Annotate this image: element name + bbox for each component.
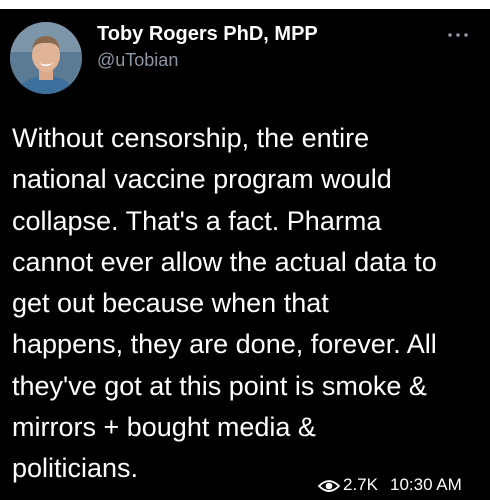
- view-count[interactable]: 2.7K: [343, 475, 378, 495]
- tweet-line: cannot ever allow the actual data to: [12, 246, 437, 277]
- tweet-line: mirrors + bought media &: [12, 412, 316, 443]
- tweet-text: Without censorship, the entire national …: [12, 118, 484, 490]
- author-handle[interactable]: @uTobian: [97, 50, 178, 71]
- eye-icon: [317, 478, 341, 492]
- tweet-line: collapse. That's a fact. Pharma: [12, 205, 382, 236]
- tweet-timestamp[interactable]: 10:30 AM: [390, 475, 462, 495]
- avatar[interactable]: [10, 22, 82, 94]
- tweet-line: happens, they are done, forever. All: [12, 329, 437, 360]
- tweet-line: get out because when that: [12, 288, 329, 319]
- tweet-meta: 2.7K 10:30 AM: [317, 474, 462, 496]
- tweet-line: they've got at this point is smoke &: [12, 370, 427, 401]
- author-display-name[interactable]: Toby Rogers PhD, MPP: [97, 23, 318, 46]
- tweet-line: Without censorship, the entire: [12, 123, 370, 153]
- tweet-card: Toby Rogers PhD, MPP @uTobian Without ce…: [0, 0, 490, 500]
- tweet-line: national vaccine program would: [12, 164, 392, 195]
- more-options-icon[interactable]: [446, 28, 470, 40]
- top-divider: [0, 0, 490, 9]
